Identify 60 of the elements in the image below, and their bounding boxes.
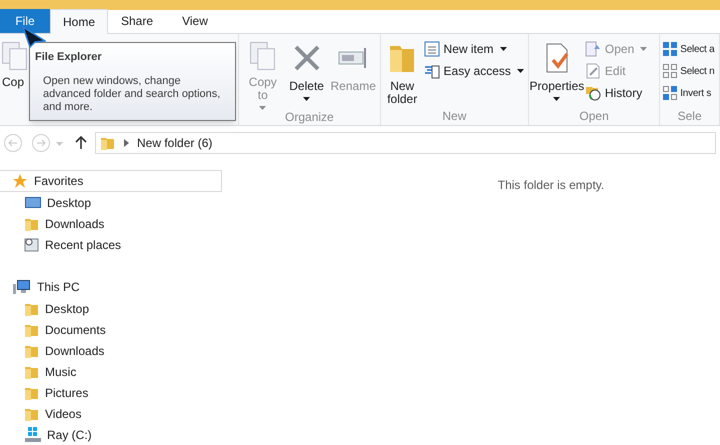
recent-places-icon [24, 236, 40, 252]
empty-folder-message: This folder is empty. [498, 177, 604, 194]
copy-icon [250, 42, 276, 70]
folder-icon [100, 135, 116, 151]
tooltip-title: File Explorer [35, 50, 103, 65]
sidebar-item[interactable]: Ray (C:) [0, 424, 222, 445]
computer-icon [13, 279, 31, 295]
group-label: Sele [676, 108, 703, 125]
group-label: Open [578, 108, 610, 125]
monitor-icon [24, 194, 42, 210]
sidebar-item[interactable]: Recent places [0, 234, 222, 255]
ribbon-button[interactable]: Invert s [662, 84, 714, 102]
select-none-icon [662, 63, 678, 79]
invert-selection-icon [662, 85, 678, 101]
ribbon-tab[interactable]: Home [50, 9, 108, 34]
sidebar-header[interactable]: This PC [0, 276, 222, 298]
ribbon-button[interactable]: Easy access [424, 62, 524, 80]
back-arrow-icon [8, 139, 18, 147]
easy-access-icon [424, 63, 440, 79]
ribbon-button[interactable]: History [584, 84, 648, 102]
up-arrow-icon[interactable] [75, 136, 87, 150]
caret-icon [303, 97, 310, 101]
breadcrumb[interactable]: New folder (6) [137, 134, 212, 152]
chevron-icon [124, 139, 129, 147]
edit-icon [584, 63, 601, 79]
ribbon-button[interactable]: Delete [286, 38, 327, 101]
caret-icon [516, 69, 524, 73]
sidebar-item[interactable]: Videos [0, 403, 222, 424]
ribbon-tab[interactable]: Share [108, 9, 166, 33]
caret-icon [500, 47, 507, 51]
caret-icon [640, 47, 648, 51]
group-label: New [441, 108, 468, 125]
address-bar[interactable]: New folder (6) [95, 132, 716, 154]
tooltip-text: Open new windows, change advanced folder and search options, and more. [42, 74, 222, 114]
star-icon [12, 173, 28, 189]
new-item-icon [424, 41, 440, 57]
ribbon-button[interactable]: New item [424, 40, 524, 58]
drive-icon [24, 426, 42, 442]
caret-icon [259, 106, 266, 110]
sidebar-item[interactable]: Desktop [0, 192, 222, 213]
sidebar-item[interactable]: Pictures [0, 382, 222, 403]
ribbon-button[interactable]: Select n [662, 62, 714, 80]
open-icon [584, 41, 601, 57]
sidebar-item[interactable]: Documents [0, 319, 222, 340]
sidebar-item[interactable]: Downloads [0, 213, 222, 234]
sidebar-item[interactable]: Downloads [0, 340, 222, 361]
ribbon-button[interactable]: New folder [384, 38, 420, 106]
ribbon-tab[interactable]: View [166, 9, 224, 33]
sidebar-item[interactable]: Desktop [0, 298, 222, 319]
history-icon [584, 85, 601, 101]
file-tab[interactable]: File [0, 9, 50, 33]
pointer-icon [22, 26, 46, 48]
caret-icon [56, 142, 63, 146]
sidebar-item[interactable]: Music [0, 361, 222, 382]
group-label: Organize [284, 109, 335, 126]
select-all-icon [662, 41, 678, 57]
sidebar-header[interactable]: Favorites [0, 170, 222, 192]
caret-icon [553, 97, 560, 101]
ribbon-button[interactable]: Select a [662, 40, 714, 58]
forward-arrow-icon [36, 139, 46, 147]
